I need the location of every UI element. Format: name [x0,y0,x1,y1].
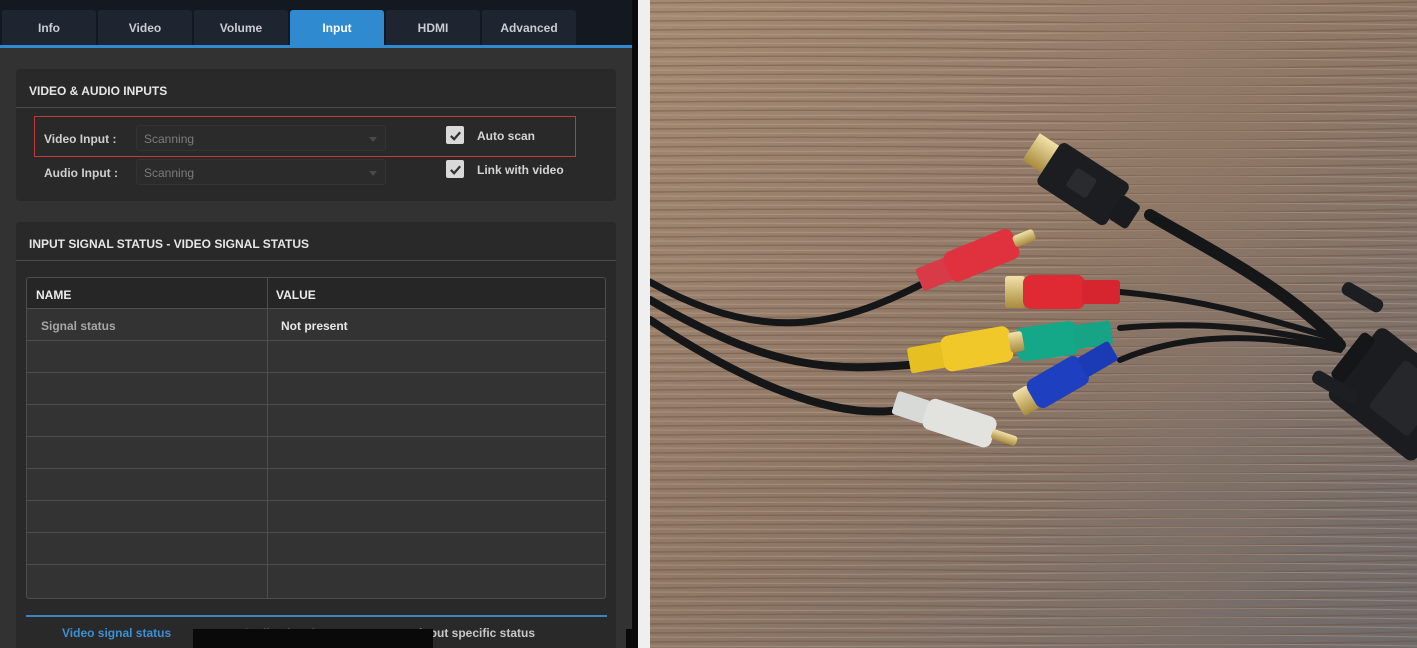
link-with-video-checkbox[interactable] [446,160,464,178]
link-with-video-label: Link with video [477,163,564,177]
divider [16,260,616,261]
tab-input[interactable]: Input [290,10,384,46]
table-row: Signal status Not present [27,309,605,341]
tab-bar-underline [0,45,632,48]
video-input-label: Video Input : [44,132,117,146]
tab-info[interactable]: Info [2,10,96,46]
cable-illustration [650,0,1417,648]
chevron-down-icon [369,171,377,176]
table-row [27,565,605,597]
section-title: VIDEO & AUDIO INPUTS [29,84,168,98]
tab-advanced[interactable]: Advanced [482,10,576,46]
section-title: INPUT SIGNAL STATUS - VIDEO SIGNAL STATU… [29,237,310,251]
tab-video[interactable]: Video [98,10,192,46]
video-input-value: Scanning [144,132,195,146]
cell-value: Not present [281,319,348,333]
settings-panel: Info Video Volume Input HDMI Advanced VI… [0,0,632,648]
tab-bar: Info Video Volume Input HDMI Advanced [0,0,632,46]
table-row [27,341,605,373]
column-header-value: VALUE [276,288,316,302]
table-row [27,405,605,437]
checkmark-icon [449,165,461,175]
cable-photo [650,0,1417,648]
tab-volume[interactable]: Volume [194,10,288,46]
video-input-select[interactable]: Scanning [136,125,386,151]
table-row [27,373,605,405]
audio-input-select[interactable]: Scanning [136,159,386,185]
table-header: NAME VALUE [27,278,605,309]
subtab-underline [26,615,607,617]
input-signal-status-card: INPUT SIGNAL STATUS - VIDEO SIGNAL STATU… [16,222,616,648]
checkmark-icon [449,131,461,141]
overlay-occluder [193,629,433,648]
audio-input-value: Scanning [144,166,195,180]
subtab-video-signal-status[interactable]: Video signal status [62,626,171,640]
tab-hdmi[interactable]: HDMI [386,10,480,46]
divider [16,107,616,108]
cell-name: Signal status [41,319,116,333]
auto-scan-label: Auto scan [477,129,536,143]
column-header-name: NAME [36,288,72,302]
subtab-input-specific-status[interactable]: Input specific status [419,626,535,640]
table-row [27,533,605,565]
signal-status-table: NAME VALUE Signal status Not present [26,277,606,599]
auto-scan-checkbox[interactable] [446,126,464,144]
table-row [27,469,605,501]
panel-border [632,0,638,648]
chevron-down-icon [369,137,377,142]
table-row [27,501,605,533]
rca-red-jack [1005,275,1120,309]
audio-input-label: Audio Input : [44,166,118,180]
table-row [27,437,605,469]
video-audio-inputs-card: VIDEO & AUDIO INPUTS Video Input : Scann… [16,69,616,201]
column-divider [267,278,268,598]
